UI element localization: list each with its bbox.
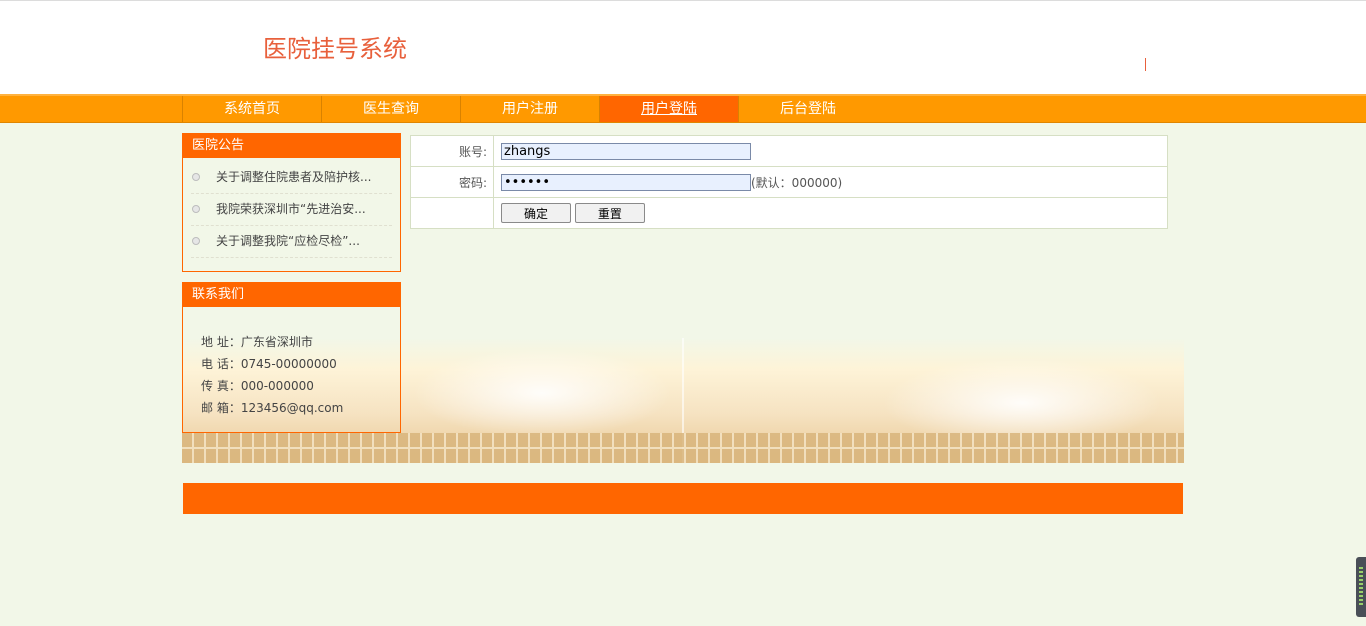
password-row: 密码: (默认：000000) [410,166,1168,198]
site-title: 医院挂号系统 [263,35,407,63]
nav-item-doctor-search[interactable]: 医生查询 [321,96,460,122]
nav-item-register[interactable]: 用户注册 [460,96,599,122]
nav-menu: 系统首页 医生查询 用户注册 用户登陆 后台登陆 [182,96,877,122]
button-row: 确定 重置 [410,197,1168,229]
bullet-icon [192,205,200,213]
password-hint: (默认：000000) [751,175,843,190]
nav-item-login[interactable]: 用户登陆 [599,96,738,122]
account-label: 账号: [410,135,494,167]
contact-panel: 联系我们 地 址：广东省深圳市 电 话：0745-00000000 传 真：00… [182,282,401,433]
side-widget[interactable] [1356,557,1366,617]
header: 医院挂号系统 [0,0,1366,94]
account-field-cell [493,135,1168,167]
contact-address: 地 址：广东省深圳市 [201,335,313,349]
nav-item-admin-login[interactable]: 后台登陆 [738,96,877,122]
contact-phone: 电 话：0745-00000000 [201,357,337,371]
notice-item[interactable]: 我院荣获深圳市“先进治安... [191,194,392,226]
notice-item-text[interactable]: 我院荣获深圳市“先进治安... [216,202,366,216]
contact-email: 邮 箱：123456@qq.com [201,401,344,415]
empty-label [410,197,494,229]
password-input[interactable] [501,173,751,191]
notice-panel: 医院公告 关于调整住院患者及陪护核... 我院荣获深圳市“先进治安... 关于调… [182,133,401,272]
account-input[interactable] [501,142,751,160]
notice-item[interactable]: 关于调整住院患者及陪护核... [191,162,392,194]
confirm-button[interactable]: 确定 [501,203,571,223]
bullet-icon [192,173,200,181]
bullet-icon [192,237,200,245]
footer-bar [183,483,1183,514]
navbar: 系统首页 医生查询 用户注册 用户登陆 后台登陆 [0,94,1366,123]
banner-tiles [182,433,1184,463]
reset-button[interactable]: 重置 [574,203,645,223]
nav-item-home[interactable]: 系统首页 [182,96,321,122]
button-cell: 确定 重置 [493,197,1168,229]
contact-fax: 传 真：000-000000 [201,379,314,393]
banner-glow [412,348,672,438]
login-form: 账号: 密码: (默认：000000) 确定 重置 [410,135,1168,229]
notice-panel-title: 医院公告 [183,134,400,158]
password-field-cell: (默认：000000) [493,166,1168,198]
notice-list: 关于调整住院患者及陪护核... 我院荣获深圳市“先进治安... 关于调整我院“应… [183,162,400,258]
contact-panel-title: 联系我们 [183,283,400,307]
header-mark [1145,58,1146,71]
account-row: 账号: [410,135,1168,167]
password-label: 密码: [410,166,494,198]
notice-item[interactable]: 关于调整我院“应检尽检”... [191,226,392,258]
contact-lines: 地 址：广东省深圳市 电 话：0745-00000000 传 真：000-000… [183,307,400,419]
notice-item-text[interactable]: 关于调整住院患者及陪护核... [216,170,371,184]
notice-item-text[interactable]: 关于调整我院“应检尽检”... [216,234,360,248]
